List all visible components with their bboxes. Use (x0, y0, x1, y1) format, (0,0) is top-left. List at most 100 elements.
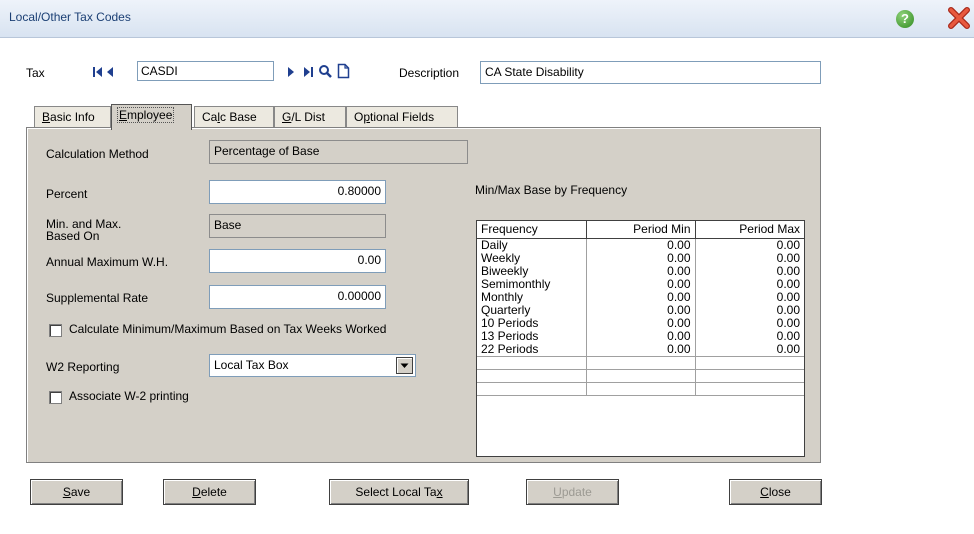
chevron-down-icon[interactable] (396, 357, 413, 374)
column-header-frequency[interactable]: Frequency (477, 221, 587, 239)
tab-employee[interactable]: Employee (111, 104, 192, 130)
last-record-icon[interactable] (302, 65, 314, 79)
frequency-cell: 22 Periods (477, 342, 586, 357)
table-row[interactable]: Biweekly 0.00 0.00 (477, 263, 804, 278)
period-min-cell[interactable]: 0.00 (585, 277, 695, 291)
period-max-cell[interactable]: 0.00 (694, 251, 804, 265)
new-record-icon[interactable] (337, 63, 350, 79)
period-max-cell[interactable]: 0.00 (694, 329, 804, 343)
table-row[interactable]: Semimonthly 0.00 0.00 (477, 276, 804, 291)
previous-record-icon[interactable] (106, 65, 115, 79)
frequency-cell: Weekly (481, 250, 521, 265)
supp-rate-label: Supplemental Rate (46, 291, 149, 305)
tab-label-part: O (354, 110, 364, 124)
period-max-cell[interactable]: 0.00 (694, 290, 804, 304)
update-button[interactable]: Update (526, 479, 619, 505)
tab-optional-fields[interactable]: Optional Fields (346, 106, 458, 128)
annual-max-input[interactable]: 0.00 (209, 249, 386, 273)
period-max-cell[interactable]: 0.00 (694, 238, 804, 252)
period-min-cell[interactable]: 0.00 (585, 342, 695, 357)
frequency-cell: Semimonthly (481, 276, 551, 291)
button-label: pdate (561, 485, 592, 499)
calc-tax-weeks-checkbox[interactable] (49, 324, 62, 337)
close-button[interactable]: Close (729, 479, 822, 505)
frequency-cell: Daily (481, 237, 508, 252)
period-min-cell[interactable]: 0.00 (585, 329, 695, 343)
accel-key: C (760, 485, 769, 499)
tab-gl-dist[interactable]: G/L Dist (274, 106, 346, 128)
minmax-based-on-field: Base (209, 214, 386, 238)
frequency-cell: Biweekly (481, 263, 529, 278)
first-record-icon[interactable] (92, 65, 104, 79)
tab-label-part: mployee (127, 108, 173, 122)
accel-key: U (553, 485, 562, 499)
period-min-cell[interactable]: 0.00 (585, 238, 695, 252)
column-header-period-min[interactable]: Period Min (585, 221, 696, 239)
tab-label-accel: G (282, 110, 292, 124)
frequency-grid[interactable]: Frequency Period Min Period Max Daily 0.0… (476, 220, 805, 457)
period-min-cell[interactable]: 0.00 (585, 264, 695, 278)
tab-basic-info[interactable]: Basic Info (34, 106, 111, 128)
calc-method-label: Calculation Method (46, 147, 149, 161)
period-max-cell[interactable]: 0.00 (694, 342, 804, 357)
frequency-cell: 10 Periods (481, 315, 539, 330)
period-min-cell[interactable]: 0.00 (585, 251, 695, 265)
tab-label-accel: E (119, 108, 128, 122)
period-max-cell[interactable]: 0.00 (694, 303, 804, 317)
w2-reporting-label: W2 Reporting (46, 360, 120, 374)
annual-max-label: Annual Maximum W.H. (46, 255, 169, 269)
table-row[interactable]: Weekly 0.00 0.00 (477, 250, 804, 265)
empty-row[interactable] (477, 369, 804, 383)
table-row[interactable]: Monthly 0.00 0.00 (477, 289, 804, 304)
button-label: Select Local Ta (355, 485, 437, 499)
tab-label-accel: B (42, 110, 51, 124)
associate-w2-checkbox[interactable] (49, 391, 62, 404)
button-label: lose (768, 485, 791, 499)
w2-reporting-select[interactable]: Local Tax Box (209, 354, 416, 377)
next-record-icon[interactable] (286, 65, 295, 79)
frequency-cell: Quarterly (481, 302, 531, 317)
search-icon[interactable] (318, 64, 332, 79)
empty-row[interactable] (477, 356, 804, 370)
calc-method-field: Percentage of Base (209, 140, 468, 164)
calc-tax-weeks-label: Calculate Minimum/Maximum Based on Tax W… (69, 322, 387, 336)
column-header-period-max[interactable]: Period Max (694, 221, 804, 239)
frequency-cell: 13 Periods (481, 328, 539, 343)
button-label: ave (70, 485, 91, 499)
percent-label: Percent (46, 187, 88, 201)
period-max-cell[interactable]: 0.00 (694, 316, 804, 330)
select-local-tax-button[interactable]: Select Local Tax (329, 479, 469, 505)
percent-input[interactable]: 0.80000 (209, 180, 386, 204)
tab-calc-base[interactable]: Calc Base (194, 106, 274, 128)
window-title: Local/Other Tax Codes (9, 10, 131, 24)
delete-button[interactable]: Delete (163, 479, 256, 505)
table-row[interactable]: 13 Periods 0.00 0.00 (477, 328, 804, 343)
tax-label: Tax (26, 66, 45, 80)
tab-label-part: Ca (202, 110, 218, 124)
table-row[interactable]: 10 Periods 0.00 0.00 (477, 315, 804, 330)
w2-reporting-value: Local Tax Box (214, 358, 289, 372)
tab-label-part: c Base (220, 110, 257, 124)
tab-label-part: /L Dist (291, 110, 325, 124)
empty-row[interactable] (477, 382, 804, 396)
accel-key: x (436, 485, 443, 499)
help-icon[interactable]: ? (896, 10, 914, 28)
supp-rate-input[interactable]: 0.00000 (209, 285, 386, 309)
grid-caption: Min/Max Base by Frequency (475, 183, 628, 197)
close-window-icon[interactable] (948, 6, 970, 30)
table-row[interactable]: Quarterly 0.00 0.00 (477, 302, 804, 317)
tax-code-input[interactable]: CASDI (137, 61, 274, 81)
associate-w2-label: Associate W-2 printing (69, 389, 189, 403)
save-button[interactable]: Save (30, 479, 123, 505)
accel-key: D (192, 485, 201, 499)
description-input[interactable]: CA State Disability (480, 61, 821, 84)
frequency-cell: Monthly (481, 289, 524, 304)
period-min-cell[interactable]: 0.00 (585, 290, 695, 304)
period-min-cell[interactable]: 0.00 (585, 303, 695, 317)
period-min-cell[interactable]: 0.00 (585, 316, 695, 330)
table-row[interactable]: Daily 0.00 0.00 (477, 238, 804, 252)
accel-key: S (62, 485, 71, 499)
table-row[interactable]: 22 Periods 0.00 0.00 (477, 342, 804, 357)
period-max-cell[interactable]: 0.00 (694, 277, 804, 291)
period-max-cell[interactable]: 0.00 (694, 264, 804, 278)
